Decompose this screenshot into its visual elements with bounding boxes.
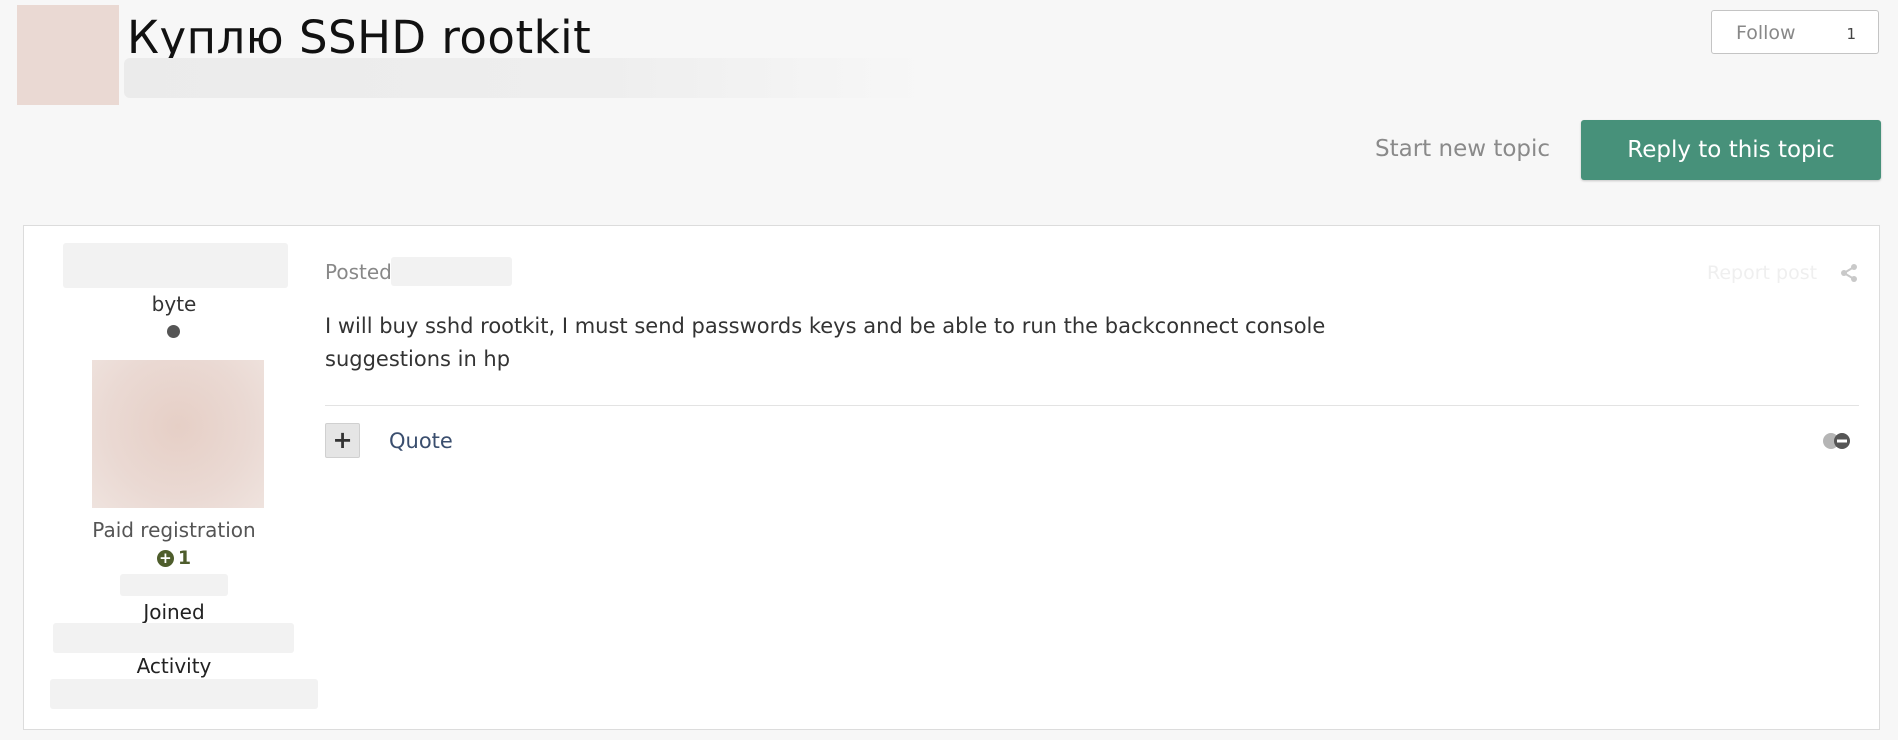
share-icon[interactable] [1839, 263, 1859, 283]
post-count-redacted [120, 574, 228, 596]
plus-circle-icon: + [156, 550, 174, 567]
topic-meta-redacted [124, 58, 924, 98]
multiquote-button[interactable]: + [325, 423, 360, 458]
activity-label: Activity [136, 654, 212, 678]
activity-date-redacted [50, 679, 318, 709]
follow-count: 1 [1846, 25, 1856, 43]
start-new-topic-link[interactable]: Start new topic [1375, 136, 1550, 162]
post-content: I will buy sshd rootkit, I must send pas… [325, 314, 1326, 371]
posted-label: Posted [325, 260, 392, 284]
joined-date-redacted [53, 623, 294, 653]
post-divider [325, 405, 1859, 406]
joined-label: Joined [143, 600, 205, 624]
topic-title: Куплю SSHD rootkit [127, 11, 592, 64]
author-avatar[interactable] [92, 360, 264, 508]
author-rank-redacted [63, 243, 288, 288]
reply-to-topic-button[interactable]: Reply to this topic [1581, 120, 1881, 180]
post-date-redacted [391, 257, 512, 286]
author-name[interactable]: byte [24, 292, 324, 316]
follow-button[interactable]: Follow 1 [1711, 10, 1879, 54]
post-card: byte Paid registration +1 Joined Activit… [23, 225, 1880, 730]
online-status-icon [167, 325, 180, 338]
reputation-badge: +1 [24, 547, 324, 569]
reaction-icon[interactable] [1821, 431, 1853, 451]
topic-author-avatar[interactable] [17, 5, 119, 105]
report-post-link[interactable]: Report post [1707, 262, 1817, 284]
reputation-value: 1 [177, 547, 192, 569]
author-panel: byte Paid registration +1 Joined Activit… [24, 226, 324, 729]
quote-link[interactable]: Quote [389, 429, 453, 453]
author-group: Paid registration [92, 518, 256, 542]
follow-label: Follow [1736, 22, 1796, 44]
